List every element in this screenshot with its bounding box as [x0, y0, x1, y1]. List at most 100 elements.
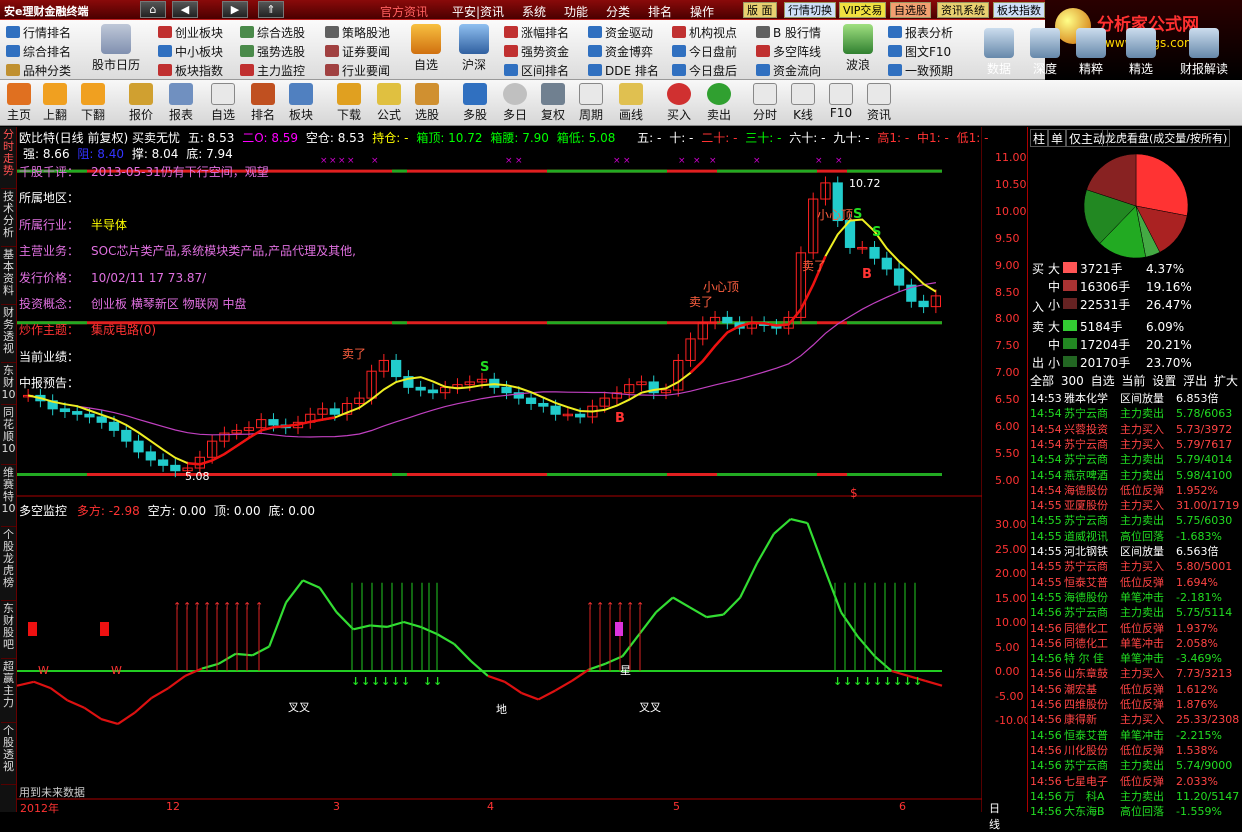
trade-row[interactable]: 14:56 苏宁云商 主力卖出 5.75/5114 [1030, 604, 1240, 619]
home-nav-button[interactable]: ⌂ [140, 1, 166, 18]
quote-switch-button[interactable]: 行情切换 [784, 2, 836, 18]
period-button[interactable]: 周期 [572, 83, 610, 123]
trade-row[interactable]: 14:56 同德化工 低位反弹 1.937% [1030, 620, 1240, 635]
tab-single[interactable]: 单 [1048, 129, 1067, 147]
trade-row[interactable]: 14:55 河北钢铁 区间放量 6.563倍 [1030, 543, 1240, 558]
sector-button[interactable]: 板块 [282, 83, 320, 123]
range-ranking-link[interactable]: 区间排名 [504, 62, 569, 79]
news-system-button[interactable]: 资讯系统 [937, 2, 989, 18]
trade-row[interactable]: 14:55 海德股份 单笔冲击 -2.181% [1030, 589, 1240, 604]
f10-button[interactable]: F10 [822, 83, 860, 120]
tab-guba[interactable]: 东财股吧 [1, 603, 16, 659]
chart-area[interactable]: ↑ ↑ ↑ ↑ ↑ ↑ ↑ ↑ ↑ ↑ ↑ ↑ ↑ ↑ ↑ ↓ ↓ ↓ ↓ ↓ ↓ ↓ ↓ ↓ ↓ ↓ ↓ ↓ ↓ ↓ ↓ ↓ × × × × × × ×… [17, 127, 1030, 831]
tab-dragon-view[interactable]: 龙虎看盘(成交量/按所有) [1102, 129, 1231, 147]
tab-eastmoney10[interactable]: 东财10 [1, 365, 16, 405]
fund-drive-link[interactable]: 资金驱动 [588, 24, 653, 41]
news-button[interactable]: 资讯 [860, 83, 898, 123]
tab-intraday[interactable]: 分时走势 [1, 129, 16, 189]
gain-ranking-link[interactable]: 涨幅排名 [504, 24, 569, 41]
draw-line-button[interactable]: 画线 [612, 83, 650, 123]
trade-row[interactable]: 14:56 同德化工 单笔冲击 2.058% [1030, 635, 1240, 650]
menu-pingan-news[interactable]: 平安|资讯 [452, 3, 504, 20]
page-down-button[interactable]: 下翻 [74, 83, 112, 123]
filter-watchlist[interactable]: 自选 [1091, 374, 1115, 388]
sector-index-button[interactable]: 板块指数 [993, 2, 1045, 18]
tab-main-force[interactable]: 超赢主力 [1, 661, 16, 723]
tab-technical[interactable]: 技术分析 [1, 191, 16, 247]
quote-ranking-link[interactable]: 行情排名 [6, 24, 71, 41]
trade-row[interactable]: 14:54 燕京啤酒 主力卖出 5.98/4100 [1030, 467, 1240, 482]
trade-row[interactable]: 14:55 恒泰艾普 低位反弹 1.694% [1030, 574, 1240, 589]
pre-market-link[interactable]: 今日盘前 [672, 43, 737, 60]
institution-view-link[interactable]: 机构视点 [672, 24, 737, 41]
trade-row[interactable]: 14:55 苏宁云商 主力买入 5.80/5001 [1030, 558, 1240, 573]
fund-flow-link[interactable]: 资金流向 [756, 62, 821, 79]
strategy-pool-link[interactable]: 策略股池 [325, 24, 390, 41]
tab-fundamentals[interactable]: 基本资料 [1, 249, 16, 305]
menu-system[interactable]: 系统 [522, 3, 546, 20]
filter-settings[interactable]: 设置 [1152, 374, 1176, 388]
trade-row[interactable]: 14:54 苏宁云商 主力买入 5.79/7617 [1030, 436, 1240, 451]
trade-row[interactable]: 14:54 苏宁云商 主力卖出 5.78/6063 [1030, 405, 1240, 420]
trade-row[interactable]: 14:56 川化股份 低位反弹 1.538% [1030, 742, 1240, 757]
tab-dragon-tiger[interactable]: 个股龙虎榜 [1, 529, 16, 601]
back-nav-button[interactable]: ◀ [172, 1, 198, 18]
filter-expand[interactable]: 扩大 [1214, 374, 1238, 388]
sell-button[interactable]: 卖出 [700, 83, 738, 123]
restore-rights-button[interactable]: 复权 [534, 83, 572, 123]
trade-row[interactable]: 14:56 潮宏基 低位反弹 1.612% [1030, 681, 1240, 696]
filter-float[interactable]: 浮出 [1183, 374, 1207, 388]
ranking-button[interactable]: 排名 [244, 83, 282, 123]
gem-board-link[interactable]: 创业板块 [158, 24, 223, 41]
self-select-button[interactable]: 自选 [402, 24, 450, 73]
report-button[interactable]: 报表 [162, 83, 200, 123]
intraday-button[interactable]: 分时 [746, 83, 784, 123]
menu-official-news[interactable]: 官方资讯 [380, 3, 428, 20]
watchlist-button[interactable]: 自选股 [890, 2, 931, 18]
trade-row[interactable]: 14:56 特 尔 佳 单笔冲击 -3.469% [1030, 650, 1240, 665]
trade-row[interactable]: 14:56 山东章鼓 主力买入 7.73/3213 [1030, 665, 1240, 680]
composite-ranking-link[interactable]: 综合排名 [6, 43, 71, 60]
download-button[interactable]: 下载 [330, 83, 368, 123]
consensus-link[interactable]: 一致预期 [888, 62, 953, 79]
essence-button[interactable]: 精粹 [1067, 28, 1115, 77]
tab-weisaite10[interactable]: 维赛特10 [1, 467, 16, 527]
filter-300[interactable]: 300 [1061, 374, 1084, 388]
trade-row[interactable]: 14:54 海德股份 低位反弹 1.952% [1030, 482, 1240, 497]
tab-bar[interactable]: 柱 [1030, 129, 1049, 147]
trade-row[interactable]: 14:55 亚厦股份 主力买入 31.00/1719 [1030, 497, 1240, 512]
filter-current[interactable]: 当前 [1121, 374, 1145, 388]
multi-day-button[interactable]: 多日 [496, 83, 534, 123]
report-analysis-link[interactable]: 报表分析 [888, 24, 953, 41]
layout-button[interactable]: 版 面 [743, 2, 777, 18]
trade-row[interactable]: 14:56 七星电子 低位反弹 2.033% [1030, 773, 1240, 788]
securities-news-link[interactable]: 证券要闻 [325, 43, 390, 60]
post-market-link[interactable]: 今日盘后 [672, 62, 737, 79]
tab-stock-xray[interactable]: 个股透视 [1, 725, 16, 785]
multi-stock-button[interactable]: 多股 [456, 83, 494, 123]
tab-ths10[interactable]: 同花顺10 [1, 407, 16, 465]
data-button[interactable]: 数据 [975, 28, 1023, 77]
depth-button[interactable]: 深度 [1021, 28, 1069, 77]
watchlist-toolbar-button[interactable]: 自选 [204, 83, 242, 123]
tab-financials[interactable]: 财务透视 [1, 307, 16, 363]
strong-fund-link[interactable]: 强势资金 [504, 43, 569, 60]
trade-row[interactable]: 14:56 四维股份 低位反弹 1.876% [1030, 696, 1240, 711]
menu-function[interactable]: 功能 [564, 3, 588, 20]
trade-row[interactable]: 14:56 恒泰艾普 单笔冲击 -2.215% [1030, 727, 1240, 742]
shanghai-shenzhen-button[interactable]: 沪深 [450, 24, 498, 73]
trade-row[interactable]: 14:55 苏宁云商 主力卖出 5.75/6030 [1030, 512, 1240, 527]
menu-category[interactable]: 分类 [606, 3, 630, 20]
long-short-link[interactable]: 多空阵线 [756, 43, 821, 60]
up-nav-button[interactable]: ⇑ [258, 1, 284, 18]
trade-row[interactable]: 14:56 康得新 主力买入 25.33/2308 [1030, 711, 1240, 726]
menu-ranking[interactable]: 排名 [648, 3, 672, 20]
composite-screen-link[interactable]: 综合选股 [240, 24, 305, 41]
trade-row[interactable]: 14:54 苏宁云商 主力卖出 5.79/4014 [1030, 451, 1240, 466]
industry-news-link[interactable]: 行业要闻 [325, 62, 390, 79]
vip-trade-button[interactable]: VIP交易 [839, 2, 887, 18]
stock-picker-button[interactable]: 选股 [408, 83, 446, 123]
trade-row[interactable]: 14:55 道威视讯 高位回落 -1.683% [1030, 528, 1240, 543]
trade-row[interactable]: 14:56 大东海B 高位回落 -1.559% [1030, 803, 1240, 818]
strong-screen-link[interactable]: 强势选股 [240, 43, 305, 60]
